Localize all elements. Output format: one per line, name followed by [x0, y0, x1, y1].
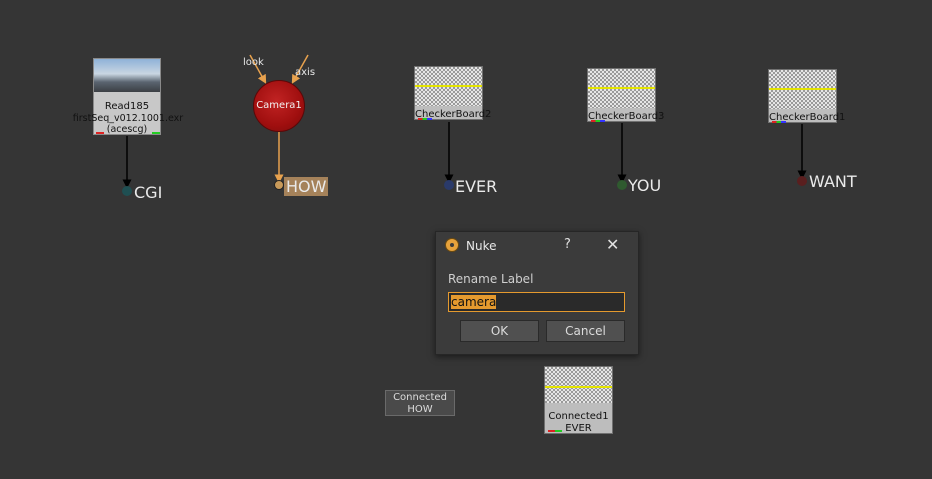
checkerboard-node-1[interactable]: CheckerBoard1: [768, 69, 845, 123]
read-node[interactable]: Read185 firstSeq_v012.1001.exr (acescg): [73, 58, 183, 135]
channel-indicator: [591, 120, 605, 122]
dot-node-how[interactable]: [274, 180, 284, 190]
channel-indicator: [772, 121, 786, 123]
rename-label-prompt: Rename Label: [448, 272, 534, 286]
read-node-name: Read185: [104, 101, 150, 112]
dot-label-ever: EVER: [455, 177, 498, 196]
rename-label-dialog: Nuke ? ✕ Rename Label camera OK Cancel: [435, 231, 639, 355]
connected-how-title: Connected: [393, 392, 447, 403]
checker-thumbnail: [415, 67, 482, 106]
connected-how-label: HOW: [407, 404, 433, 415]
camera-input-axis[interactable]: axis: [295, 67, 315, 78]
dot-node-cgi[interactable]: [122, 186, 132, 196]
label-input[interactable]: camera: [448, 292, 625, 312]
checkerboard-node-3[interactable]: CheckerBoard3: [587, 68, 664, 122]
dot-node-you[interactable]: [617, 180, 627, 190]
dot-node-want[interactable]: [797, 176, 807, 186]
read-node-file: firstSeq_v012.1001.exr: [72, 113, 184, 124]
nuke-logo-icon: [445, 238, 459, 252]
connected-ever-label: EVER: [565, 423, 592, 434]
dot-label-how: HOW: [284, 177, 329, 196]
cancel-button[interactable]: Cancel: [546, 320, 625, 342]
dot-label-want: WANT: [809, 172, 857, 191]
dot-label-you: YOU: [628, 176, 662, 195]
camera-input-look[interactable]: look: [243, 57, 264, 68]
channel-indicator: [418, 118, 432, 120]
channel-red-indicator: [96, 132, 104, 134]
close-icon[interactable]: ✕: [606, 235, 619, 254]
ok-button[interactable]: OK: [460, 320, 539, 342]
dot-label-cgi: CGI: [134, 183, 163, 202]
dialog-title: Nuke: [466, 239, 497, 253]
checker-thumbnail: [545, 367, 612, 403]
checkerboard-node-2[interactable]: CheckerBoard2: [414, 66, 491, 120]
camera-node[interactable]: Camera1: [253, 80, 305, 132]
camera-node-name: Camera1: [256, 100, 302, 111]
dot-node-ever[interactable]: [444, 180, 454, 190]
checker-thumbnail: [588, 69, 655, 108]
label-input-value: camera: [451, 295, 497, 309]
checker-thumbnail: [769, 70, 836, 109]
channel-indicator: [548, 430, 562, 432]
connected-how-node[interactable]: Connected HOW: [385, 390, 455, 416]
connected-ever-title: Connected1: [548, 411, 609, 422]
help-button[interactable]: ?: [564, 237, 571, 252]
channel-green-indicator: [152, 132, 160, 134]
connected-ever-node[interactable]: Connected1 EVER: [544, 366, 613, 434]
read-thumbnail: [94, 59, 160, 92]
